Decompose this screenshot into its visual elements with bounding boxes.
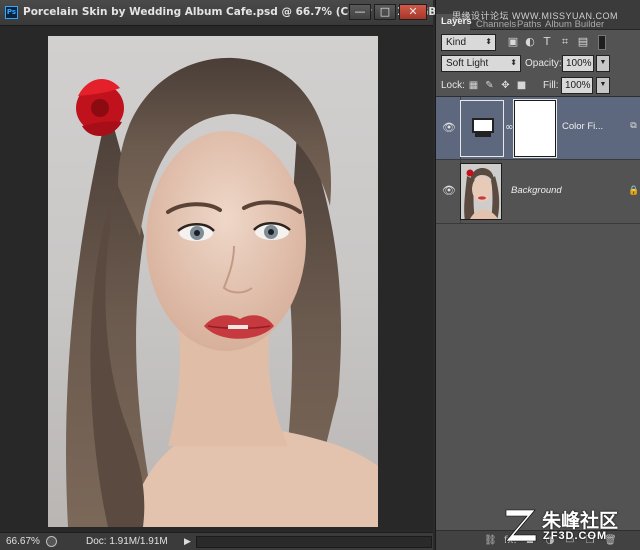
fill-label: Fill:: [543, 80, 559, 91]
color-fill-thumbnail[interactable]: [460, 100, 504, 157]
lock-position-icon[interactable]: ✥: [500, 80, 511, 91]
smart-object-filter-icon[interactable]: ▤: [577, 36, 589, 48]
watermark-zf3d: 朱峰社区 ZF3D.COM: [502, 505, 636, 547]
kind-filter-select[interactable]: Kind ⬍: [441, 34, 496, 51]
eye-icon[interactable]: 👁: [442, 184, 456, 198]
red-flower-icon: [76, 78, 124, 137]
close-button[interactable]: ✕: [399, 4, 427, 20]
portrait-thumbnail-icon: [461, 164, 501, 219]
portrait-illustration: [66, 57, 378, 527]
opacity-input[interactable]: 100%: [562, 55, 594, 72]
document-window: Ps Porcelain Skin by Wedding Album Cafe.…: [0, 0, 461, 550]
minimize-button[interactable]: —: [349, 4, 371, 20]
blend-mode-value: Soft Light: [446, 58, 489, 69]
lock-transparent-icon[interactable]: ▦: [468, 80, 479, 91]
canvas-area[interactable]: [0, 27, 433, 532]
layer-mask-thumbnail[interactable]: [514, 100, 556, 157]
layer-filter-row: Kind ⬍ ▣ ◐ T ⌗ ▤: [436, 32, 640, 54]
eye-icon[interactable]: 👁: [442, 121, 456, 135]
zoom-icon[interactable]: [46, 536, 57, 547]
lock-all-icon[interactable]: ■: [516, 80, 527, 91]
status-bar: 66.67% Doc: 1.91M/1.91M ▶: [0, 532, 433, 550]
opacity-dropdown-button[interactable]: ▼: [596, 55, 610, 72]
layer-name[interactable]: Color Fi...: [562, 121, 603, 132]
monitor-stand-icon: [475, 133, 491, 137]
kind-filter-label: Kind: [446, 37, 467, 48]
layer-list: 👁 ∞ Color Fi... ⧉ 👁 Background 🔒: [436, 96, 640, 526]
fill-input[interactable]: 100%: [561, 77, 593, 94]
lock-icon: 🔒: [628, 186, 640, 196]
clipping-badge-icon: ⧉: [630, 121, 637, 131]
fill-dropdown-button[interactable]: ▼: [596, 77, 610, 94]
monitor-icon: [472, 118, 494, 133]
background-thumbnail[interactable]: [460, 163, 502, 220]
status-menu-arrow-icon[interactable]: ▶: [184, 536, 191, 547]
layer-row-background[interactable]: 👁 Background 🔒: [436, 160, 640, 224]
watermark-missyuan: 思缘设计论坛 WWW.MISSYUAN.COM: [452, 11, 618, 21]
chain-link-icon[interactable]: ∞: [505, 121, 513, 135]
blend-mode-select[interactable]: Soft Light ⬍: [441, 55, 521, 72]
maximize-button[interactable]: □: [374, 4, 396, 20]
lock-row: Lock: ▦ ✎ ✥ ■ Fill: 100% ▼: [436, 75, 640, 97]
zf3d-logo-icon: [505, 509, 537, 542]
lock-brush-icon[interactable]: ✎: [484, 80, 495, 91]
document-size[interactable]: Doc: 1.91M/1.91M: [86, 536, 168, 547]
shape-filter-icon[interactable]: ⌗: [559, 36, 571, 48]
chevron-down-icon: ⬍: [485, 37, 492, 46]
chevron-down-icon: ⬍: [510, 58, 517, 67]
watermark-brand-url: ZF3D.COM: [543, 530, 608, 542]
layer-name[interactable]: Background: [511, 185, 562, 196]
layers-panel: Layers Channels Paths Album Builder Kind…: [435, 0, 640, 550]
filter-toggle[interactable]: [598, 35, 606, 50]
layer-row-color-fill[interactable]: 👁 ∞ Color Fi... ⧉: [436, 97, 640, 160]
watermark-brand: 朱峰社区: [542, 511, 619, 532]
portrait-photo[interactable]: [48, 36, 378, 527]
image-filter-icon[interactable]: ▣: [507, 36, 519, 48]
zoom-level[interactable]: 66.67%: [6, 536, 40, 547]
lock-label: Lock:: [441, 80, 465, 91]
photoshop-logo-icon: Ps: [5, 6, 18, 19]
link-layers-icon[interactable]: ⛓: [484, 535, 497, 547]
blend-row: Soft Light ⬍ Opacity: 100% ▼: [436, 53, 640, 75]
horizontal-scrollbar[interactable]: [196, 536, 432, 548]
type-filter-icon[interactable]: T: [541, 36, 553, 48]
document-titlebar[interactable]: Ps Porcelain Skin by Wedding Album Cafe.…: [0, 0, 461, 26]
adjustment-filter-icon[interactable]: ◐: [524, 36, 536, 48]
opacity-label: Opacity:: [525, 58, 562, 69]
